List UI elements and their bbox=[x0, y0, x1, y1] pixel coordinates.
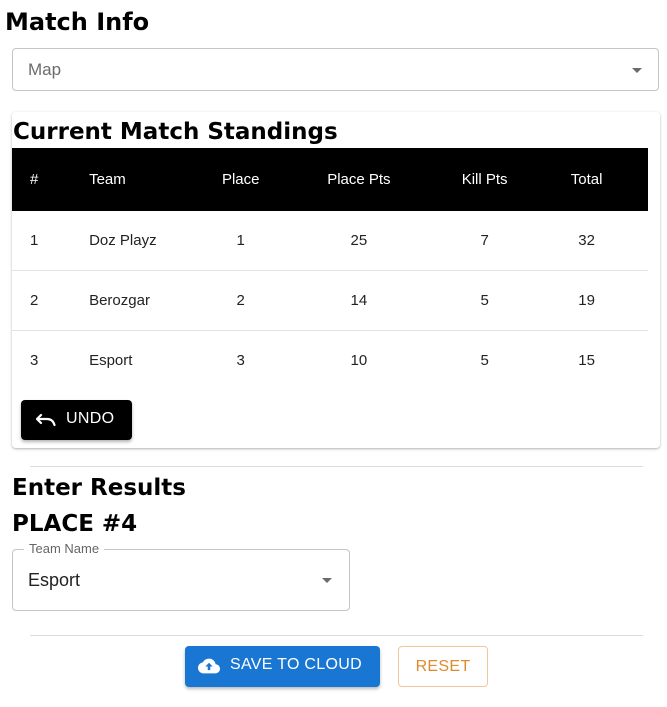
cell-team: Berozgar bbox=[89, 270, 208, 331]
table-header-row: # Team Place Place Pts Kill Pts Total bbox=[12, 148, 648, 211]
map-select[interactable]: Map bbox=[12, 48, 659, 91]
table-row: 2 Berozgar 2 14 5 19 bbox=[12, 270, 648, 331]
cell-total: 15 bbox=[578, 352, 595, 369]
standings-card: Current Match Standings # Team Place Pla… bbox=[12, 112, 660, 448]
undo-button-label: UNDO bbox=[66, 410, 115, 427]
cell-kill-pts: 7 bbox=[444, 211, 526, 271]
undo-button[interactable]: UNDO bbox=[21, 400, 132, 440]
column-header-team: Team bbox=[89, 148, 208, 211]
team-name-label: Team Name bbox=[24, 541, 105, 556]
column-header-rank: # bbox=[12, 148, 90, 211]
cell-place-pts: 25 bbox=[273, 211, 445, 271]
column-header-place: Place bbox=[207, 148, 274, 211]
enter-results-heading: Enter Results bbox=[12, 475, 186, 501]
place-heading: PLACE #4 bbox=[12, 511, 138, 537]
save-to-cloud-label: SAVE TO CLOUD bbox=[230, 656, 362, 673]
column-header-total: Total bbox=[525, 148, 648, 211]
reset-button[interactable]: RESET bbox=[398, 646, 488, 687]
cell-rank: 3 bbox=[30, 352, 39, 369]
match-page: Match Info Map Current Match Standings #… bbox=[0, 0, 667, 707]
section-divider bbox=[30, 635, 643, 636]
cell-team: Esport bbox=[89, 352, 133, 369]
cell-place: 3 bbox=[236, 352, 245, 369]
cell-place: 1 bbox=[207, 211, 274, 271]
chevron-down-icon bbox=[322, 578, 332, 583]
standings-title: Current Match Standings bbox=[13, 119, 338, 145]
team-name-select[interactable]: Team Name Esport bbox=[12, 541, 350, 611]
column-header-kill-pts: Kill Pts bbox=[444, 148, 526, 211]
table-row: 3 Esport 3 10 5 15 bbox=[12, 331, 648, 391]
cell-place: 2 bbox=[207, 270, 274, 331]
save-to-cloud-button[interactable]: SAVE TO CLOUD bbox=[185, 646, 380, 687]
cell-place-pts: 14 bbox=[273, 270, 445, 331]
cell-kill-pts: 5 bbox=[480, 352, 489, 369]
map-select-placeholder: Map bbox=[28, 60, 62, 79]
match-info-heading: Match Info bbox=[5, 8, 150, 36]
column-header-place-pts: Place Pts bbox=[273, 148, 445, 211]
cell-total: 32 bbox=[525, 211, 648, 271]
cell-team: Doz Playz bbox=[89, 211, 208, 271]
cloud-upload-icon bbox=[198, 658, 220, 674]
undo-icon bbox=[36, 413, 56, 427]
standings-table: # Team Place Place Pts Kill Pts Total 1 … bbox=[12, 148, 648, 390]
team-name-value: Esport bbox=[28, 570, 81, 590]
table-row: 1 Doz Playz 1 25 7 32 bbox=[12, 211, 648, 271]
cell-rank: 1 bbox=[12, 211, 90, 271]
cell-total: 19 bbox=[525, 270, 648, 331]
section-divider bbox=[30, 466, 643, 467]
cell-kill-pts: 5 bbox=[444, 270, 526, 331]
chevron-down-icon bbox=[632, 68, 642, 73]
cell-place-pts: 10 bbox=[350, 352, 368, 369]
cell-rank: 2 bbox=[12, 270, 90, 331]
